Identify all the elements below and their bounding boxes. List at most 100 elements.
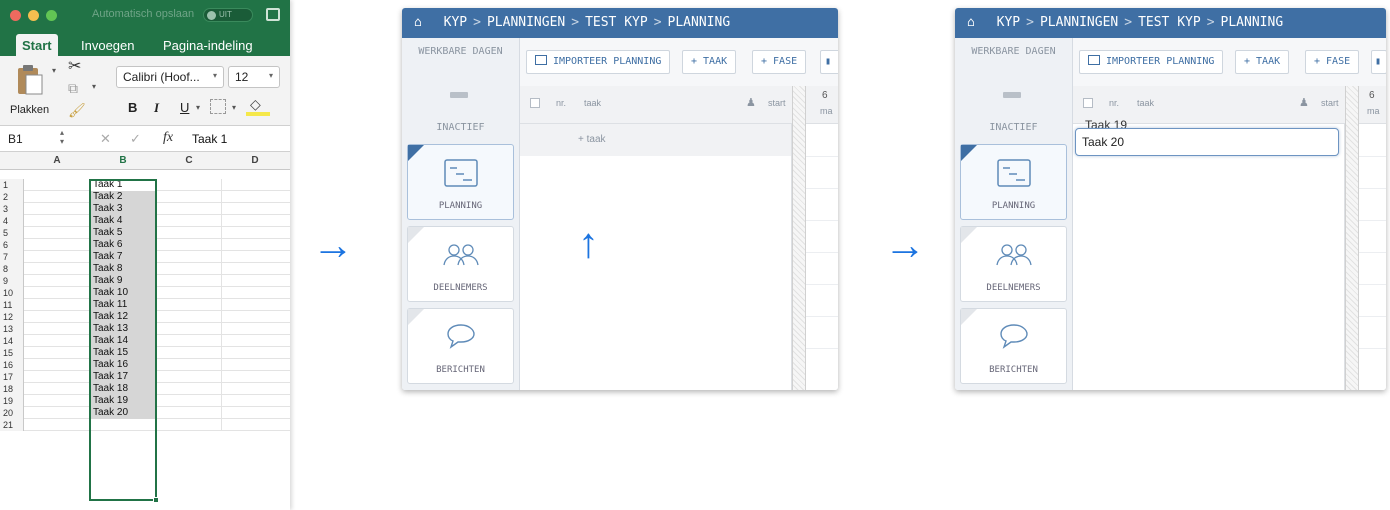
fill-handle[interactable] bbox=[153, 497, 159, 503]
cell-b13[interactable]: Taak 13 bbox=[90, 323, 156, 335]
home-icon[interactable]: ⌂ bbox=[967, 15, 975, 30]
cell-b8[interactable]: Taak 8 bbox=[90, 263, 156, 275]
cell-b15[interactable]: Taak 15 bbox=[90, 347, 156, 359]
column-header-d[interactable]: D bbox=[222, 155, 288, 166]
home-icon[interactable]: ⌂ bbox=[414, 15, 422, 30]
row-number[interactable]: 1 bbox=[0, 179, 24, 191]
autosave-toggle[interactable]: UIT bbox=[203, 8, 253, 22]
add-task-link[interactable]: + taak bbox=[578, 134, 606, 145]
row-number[interactable]: 18 bbox=[0, 383, 24, 395]
nav-berichten[interactable]: BERICHTEN bbox=[407, 308, 514, 384]
underline-dropdown-icon[interactable]: ▾ bbox=[196, 103, 200, 112]
breadcrumb-planning[interactable]: PLANNING bbox=[668, 15, 731, 30]
column-header-a[interactable]: A bbox=[26, 155, 88, 166]
breadcrumb-test-kyp[interactable]: TEST KYP bbox=[1138, 15, 1201, 30]
cell-b2[interactable]: Taak 2 bbox=[90, 191, 156, 203]
row-number[interactable]: 20 bbox=[0, 407, 24, 419]
row-number[interactable]: 11 bbox=[0, 299, 24, 311]
cell-b20[interactable]: Taak 20 bbox=[90, 407, 156, 419]
breadcrumb-test-kyp[interactable]: TEST KYP bbox=[585, 15, 648, 30]
import-planning-button[interactable]: IMPORTEER PLANNING bbox=[526, 50, 671, 74]
nav-planning[interactable]: PLANNING bbox=[960, 144, 1067, 220]
function-icon[interactable]: fx bbox=[163, 130, 173, 146]
splitter[interactable] bbox=[792, 86, 806, 390]
cell-b4[interactable]: Taak 4 bbox=[90, 215, 156, 227]
select-all-checkbox[interactable] bbox=[530, 98, 540, 108]
maximize-window-icon[interactable] bbox=[46, 10, 57, 21]
row-number[interactable]: 16 bbox=[0, 359, 24, 371]
cell-b11[interactable]: Taak 11 bbox=[90, 299, 156, 311]
underline-button[interactable]: U bbox=[180, 100, 189, 115]
row-number[interactable]: 17 bbox=[0, 371, 24, 383]
row-number[interactable]: 9 bbox=[0, 275, 24, 287]
nav-deelnemers[interactable]: DEELNEMERS bbox=[407, 226, 514, 302]
cell-b18[interactable]: Taak 18 bbox=[90, 383, 156, 395]
print-icon[interactable]: ▮ bbox=[1371, 50, 1386, 74]
row-number[interactable]: 13 bbox=[0, 323, 24, 335]
copy-dropdown-icon[interactable]: ▾ bbox=[92, 82, 96, 91]
fill-color-icon[interactable]: ◇ bbox=[246, 96, 276, 116]
cell-b9[interactable]: Taak 9 bbox=[90, 275, 156, 287]
cell-b14[interactable]: Taak 14 bbox=[90, 335, 156, 347]
cell-b12[interactable]: Taak 12 bbox=[90, 311, 156, 323]
cell-b6[interactable]: Taak 6 bbox=[90, 239, 156, 251]
row-number[interactable]: 21 bbox=[0, 419, 24, 431]
row-number[interactable]: 8 bbox=[0, 263, 24, 275]
import-planning-button[interactable]: IMPORTEER PLANNING bbox=[1079, 50, 1224, 74]
cell-b16[interactable]: Taak 16 bbox=[90, 359, 156, 371]
breadcrumb-kyp[interactable]: KYP bbox=[444, 15, 467, 30]
row-number[interactable]: 7 bbox=[0, 251, 24, 263]
minimize-window-icon[interactable] bbox=[28, 10, 39, 21]
name-box-stepper-icon[interactable]: ▴ ▾ bbox=[60, 128, 64, 146]
cell-b10[interactable]: Taak 10 bbox=[90, 287, 156, 299]
add-task-button[interactable]: + TAAK bbox=[1235, 50, 1290, 74]
select-all-checkbox[interactable] bbox=[1083, 98, 1093, 108]
nav-deelnemers[interactable]: DEELNEMERS bbox=[960, 226, 1067, 302]
breadcrumb-planningen[interactable]: PLANNINGEN bbox=[487, 15, 565, 30]
cell-b7[interactable]: Taak 7 bbox=[90, 251, 156, 263]
cancel-icon[interactable]: ✕ bbox=[100, 131, 111, 147]
add-task-row[interactable]: + taak bbox=[520, 124, 791, 156]
cell-b19[interactable]: Taak 19 bbox=[90, 395, 156, 407]
column-header-c[interactable]: C bbox=[156, 155, 222, 166]
bold-button[interactable]: B bbox=[128, 100, 137, 115]
breadcrumb-kyp[interactable]: KYP bbox=[997, 15, 1020, 30]
inactive-toggle[interactable] bbox=[450, 92, 468, 98]
add-phase-button[interactable]: + FASE bbox=[1305, 50, 1360, 74]
font-name-select[interactable]: Calibri (Hoof... ▾ bbox=[116, 66, 224, 88]
font-size-select[interactable]: 12 ▾ bbox=[228, 66, 280, 88]
cell-b17[interactable]: Taak 17 bbox=[90, 371, 156, 383]
column-header-b[interactable]: B bbox=[90, 155, 156, 166]
inactive-toggle[interactable] bbox=[1003, 92, 1021, 98]
cell-b5[interactable]: Taak 5 bbox=[90, 227, 156, 239]
italic-button[interactable]: I bbox=[154, 100, 159, 116]
formula-input[interactable]: Taak 1 bbox=[192, 132, 227, 146]
nav-berichten[interactable]: BERICHTEN bbox=[960, 308, 1067, 384]
cell-b1[interactable]: Taak 1 bbox=[90, 179, 156, 191]
row-number[interactable]: 10 bbox=[0, 287, 24, 299]
print-icon[interactable]: ▮ bbox=[820, 50, 838, 74]
row-number[interactable]: 5 bbox=[0, 227, 24, 239]
task-name-input[interactable]: Taak 20 bbox=[1075, 128, 1339, 156]
row-number[interactable]: 2 bbox=[0, 191, 24, 203]
row-number[interactable]: 14 bbox=[0, 335, 24, 347]
confirm-icon[interactable]: ✓ bbox=[130, 131, 141, 147]
borders-icon[interactable] bbox=[210, 99, 226, 114]
paste-dropdown-icon[interactable]: ▾ bbox=[52, 66, 56, 75]
sidebar-toggle-icon[interactable] bbox=[266, 8, 280, 21]
row-number[interactable]: 15 bbox=[0, 347, 24, 359]
row-number[interactable]: 6 bbox=[0, 239, 24, 251]
borders-dropdown-icon[interactable]: ▾ bbox=[232, 103, 236, 112]
row-number[interactable]: 19 bbox=[0, 395, 24, 407]
name-box[interactable]: B1 bbox=[8, 132, 23, 146]
format-painter-icon[interactable]: 🖌 bbox=[68, 102, 86, 119]
breadcrumb-planningen[interactable]: PLANNINGEN bbox=[1040, 15, 1118, 30]
close-window-icon[interactable] bbox=[10, 10, 21, 21]
paste-button[interactable]: Plakken bbox=[8, 62, 52, 120]
row-number[interactable]: 12 bbox=[0, 311, 24, 323]
breadcrumb-planning[interactable]: PLANNING bbox=[1221, 15, 1284, 30]
copy-icon[interactable]: ⧉ bbox=[68, 80, 78, 97]
row-number[interactable]: 4 bbox=[0, 215, 24, 227]
nav-planning[interactable]: PLANNING bbox=[407, 144, 514, 220]
add-phase-button[interactable]: + FASE bbox=[752, 50, 807, 74]
